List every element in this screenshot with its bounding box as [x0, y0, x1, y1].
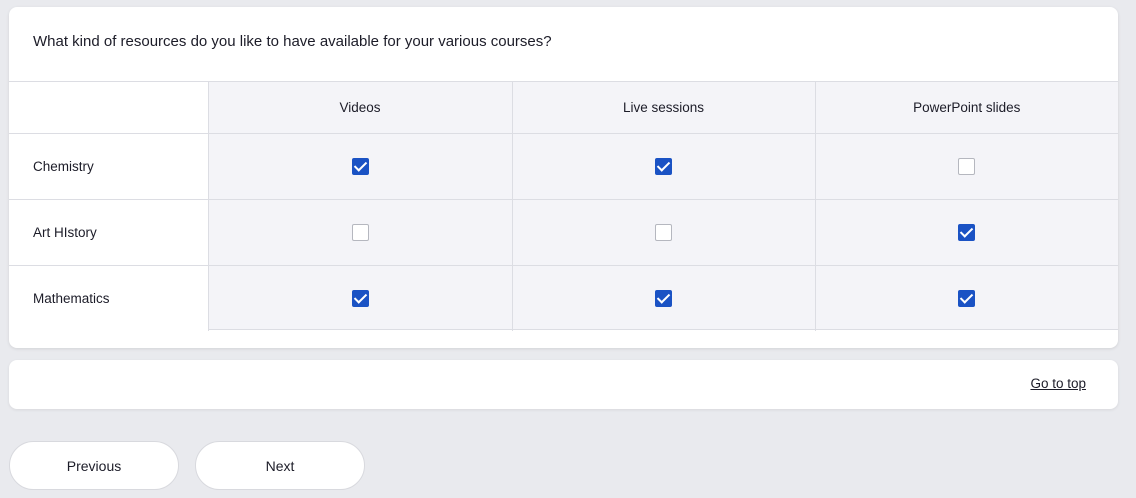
- checkbox-chemistry-live-sessions[interactable]: [655, 157, 672, 175]
- checkbox-mathematics-videos[interactable]: [351, 289, 369, 307]
- question-card: What kind of resources do you like to ha…: [9, 7, 1118, 348]
- checkbox-mathematics-live-sessions[interactable]: [655, 289, 672, 307]
- checkbox-art-history-videos[interactable]: [351, 223, 369, 241]
- matrix-header-row: Videos Live sessions PowerPoint slides: [9, 82, 1118, 134]
- footer-bar: Go to top: [9, 360, 1118, 409]
- go-to-top-link[interactable]: Go to top: [1030, 376, 1086, 391]
- checkbox-art-history-powerpoint-slides[interactable]: [958, 223, 976, 241]
- column-header-live-sessions: Live sessions: [512, 82, 816, 134]
- checkbox-mathematics-powerpoint-slides[interactable]: [958, 289, 976, 307]
- previous-button[interactable]: Previous: [9, 441, 179, 490]
- matrix-row-chemistry: Chemistry: [9, 133, 1118, 200]
- next-button[interactable]: Next: [195, 441, 365, 490]
- matrix-corner-cell: [9, 82, 209, 134]
- matrix-grid: Videos Live sessions PowerPoint slides C…: [9, 81, 1118, 331]
- checkbox-chemistry-powerpoint-slides[interactable]: [958, 157, 976, 175]
- row-label-mathematics: Mathematics: [9, 265, 209, 331]
- question-title: What kind of resources do you like to ha…: [33, 33, 552, 50]
- row-label-chemistry: Chemistry: [9, 133, 209, 200]
- column-header-powerpoint-slides: PowerPoint slides: [815, 82, 1118, 134]
- checkbox-art-history-live-sessions[interactable]: [655, 223, 672, 241]
- matrix-table: Videos Live sessions PowerPoint slides C…: [9, 82, 1118, 331]
- column-header-videos: Videos: [208, 82, 513, 134]
- row-label-art-history: Art HIstory: [9, 199, 209, 266]
- matrix-row-mathematics: Mathematics: [9, 265, 1118, 331]
- matrix-row-art-history: Art HIstory: [9, 199, 1118, 266]
- checkbox-chemistry-videos[interactable]: [351, 157, 369, 175]
